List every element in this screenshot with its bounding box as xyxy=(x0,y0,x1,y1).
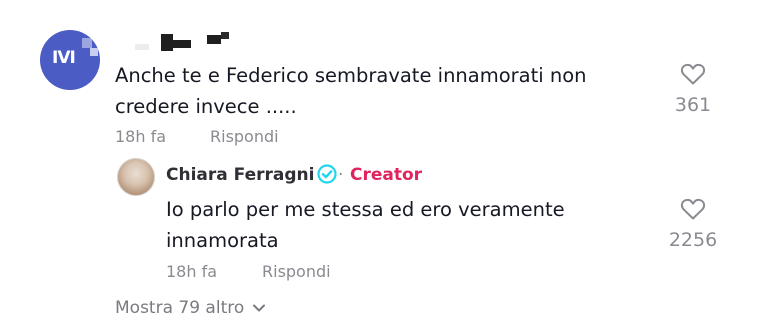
like-count: 2256 xyxy=(668,229,718,251)
reply-like-button[interactable]: 2256 xyxy=(662,197,724,251)
comment-text: Anche te e Federico sembravate innamorat… xyxy=(115,64,587,118)
comment-like-button[interactable]: 361 xyxy=(668,62,718,116)
show-more-label: Mostra 79 altro xyxy=(115,298,245,318)
show-more-replies-button[interactable]: Mostra 79 altro xyxy=(115,298,266,318)
redaction-block xyxy=(221,32,229,39)
verified-check-icon xyxy=(317,164,337,184)
comment-timestamp: 18h fa xyxy=(115,127,167,146)
reply-button[interactable]: Rispondi xyxy=(210,127,279,146)
chevron-down-icon xyxy=(253,304,266,312)
redaction-block xyxy=(135,44,149,50)
heart-outline-icon xyxy=(680,198,706,220)
separator-dot: · xyxy=(338,165,344,185)
commenter-avatar[interactable]: IVI xyxy=(40,30,100,90)
creator-badge: Creator xyxy=(350,165,423,185)
avatar-pixelation xyxy=(90,48,98,56)
redaction-block xyxy=(161,34,173,51)
avatar-initials: IVI xyxy=(52,48,76,68)
reply-author-name[interactable]: Chiara Ferragni xyxy=(166,165,314,185)
avatar-pixelation xyxy=(82,38,92,48)
redaction-block xyxy=(173,40,191,48)
reply-button[interactable]: Rispondi xyxy=(262,262,331,281)
reply-text: Io parlo per me stessa ed ero veramente … xyxy=(166,198,565,252)
redaction-block xyxy=(207,35,221,44)
reply-author-avatar[interactable] xyxy=(117,158,155,196)
reply-timestamp: 18h fa xyxy=(166,262,218,281)
like-count: 361 xyxy=(674,94,712,116)
heart-outline-icon xyxy=(680,63,706,85)
redacted-username[interactable] xyxy=(135,32,245,52)
